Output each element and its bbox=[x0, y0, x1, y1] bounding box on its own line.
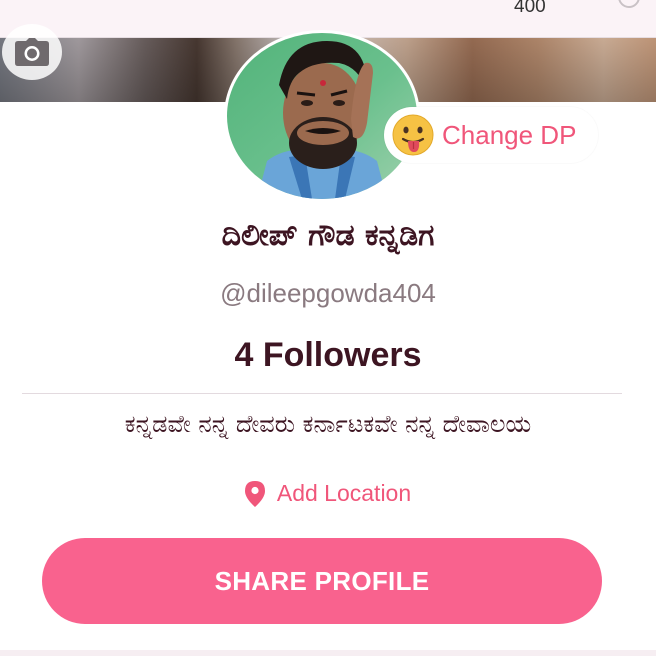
camera-icon bbox=[15, 38, 49, 66]
add-location-button[interactable]: Add Location bbox=[0, 480, 656, 507]
followers-count[interactable]: 4 Followers bbox=[0, 336, 656, 375]
tongue-out-emoji-icon bbox=[392, 114, 434, 156]
share-profile-button[interactable]: SHARE PROFILE bbox=[42, 538, 602, 624]
profile-photo bbox=[227, 33, 417, 199]
ring-icon[interactable] bbox=[618, 0, 640, 8]
profile-bio: ಕನ್ನಡವೇ ನನ್ನ ದೇವರು ಕರ್ನಾಟಕವೇ ನನ್ನ ದೇವಾಲಯ bbox=[124, 410, 532, 438]
profile-screen: 400 Change DP ದಿಲೀಪ್ ಗೌಡ ಕನ್ನಡಿಗ @dileep… bbox=[0, 0, 656, 656]
change-dp-button[interactable]: Change DP bbox=[384, 107, 598, 163]
top-count: 400 bbox=[514, 0, 546, 17]
bottom-divider bbox=[0, 650, 656, 656]
profile-name: ದಿಲೀಪ್ ಗೌಡ ಕನ್ನಡಿಗ bbox=[221, 218, 435, 253]
add-location-label: Add Location bbox=[276, 480, 412, 506]
location-pin-icon bbox=[244, 480, 265, 507]
change-dp-label: Change DP bbox=[442, 119, 577, 150]
cover-camera-button[interactable] bbox=[2, 24, 62, 80]
share-profile-label: SHARE PROFILE bbox=[214, 565, 430, 596]
divider bbox=[22, 393, 622, 394]
profile-handle: @dileepgowda404 bbox=[220, 278, 436, 308]
